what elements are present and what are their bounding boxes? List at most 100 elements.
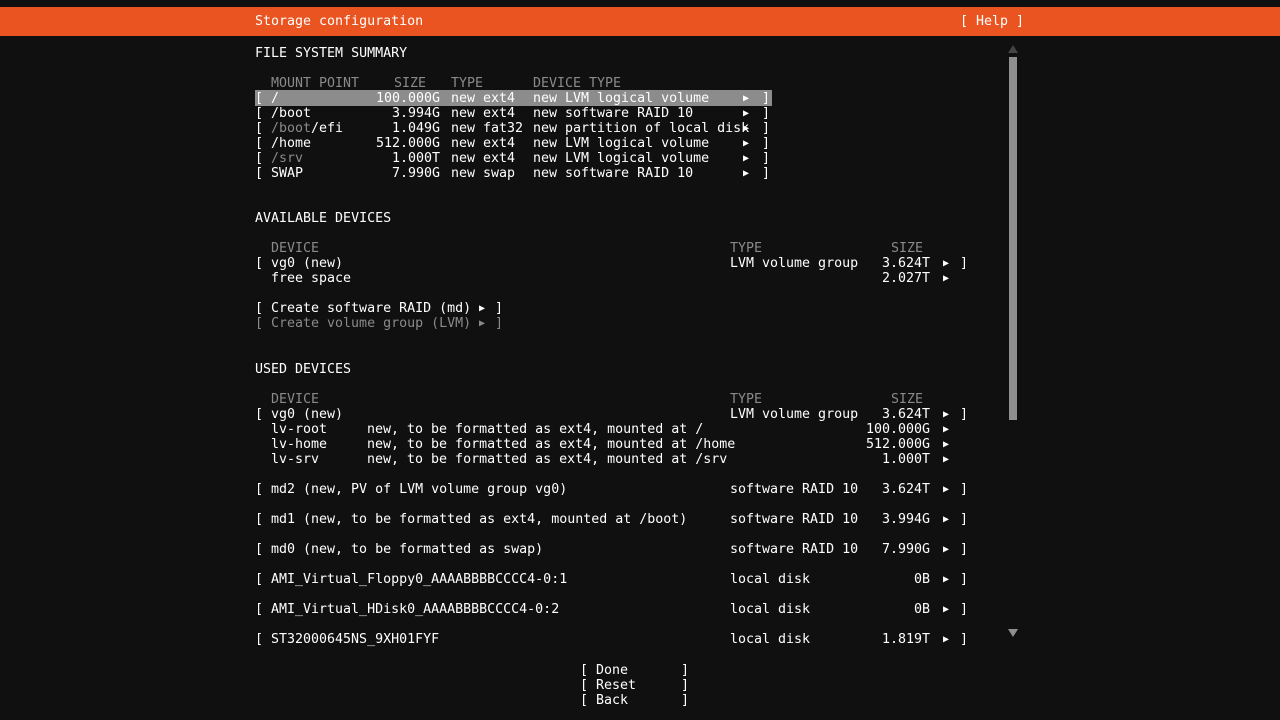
size: 7.990G [352,166,440,181]
col-header-size: SIZE [891,392,923,407]
expand-arrow-icon: ▶ [943,256,949,271]
used-row-st32000645ns[interactable]: [ ST32000645NS_9XH01FYF local disk 1.819… [0,632,1040,647]
fs-row-srv[interactable]: [ /srv 1.000T new ext4 new LVM logical v… [0,151,1040,166]
mount-point-prefix: /boot [271,121,311,136]
expand-arrow-icon: ▶ [743,151,749,166]
col-header-mount-point: MOUNT POINT [271,76,359,91]
used-row-virtual-hdisk[interactable]: [ AMI_Virtual_HDisk0_AAAABBBBCCCC4-0:2 l… [0,602,1040,617]
row-close-bracket: ] [762,91,770,106]
used-row-md2[interactable]: [ md2 (new, PV of LVM volume group vg0) … [0,482,1040,497]
size: 1.049G [352,121,440,136]
volume-name: lv-home [271,437,327,452]
used-row-lv-root[interactable]: lv-root new, to be formatted as ext4, mo… [0,422,1040,437]
row-close-bracket: ] [960,632,968,647]
device-name: AMI_Virtual_Floppy0_AAAABBBBCCCC4-0:1 [271,572,567,587]
device-name: vg0 (new) [271,256,343,271]
scrollbar-thumb[interactable] [1009,57,1017,420]
fs-table-header: MOUNT POINT SIZE TYPE DEVICE TYPE [0,76,1040,91]
available-row-vg0[interactable]: [ vg0 (new) LVM volume group 3.624T ▶ ] [0,256,1040,271]
row-close-bracket: ] [762,166,770,181]
row-close-bracket: ] [960,602,968,617]
expand-arrow-icon: ▶ [743,106,749,121]
device-name: md0 (new, to be formatted as swap) [271,542,543,557]
size: 3.624T [850,482,930,497]
fs-row-home[interactable]: [ /home 512.000G new ext4 new LVM logica… [0,136,1040,151]
row-close-bracket: ] [960,572,968,587]
used-row-lv-home[interactable]: lv-home new, to be formatted as ext4, mo… [0,437,1040,452]
fs-row-boot-efi[interactable]: [ /boot /efi 1.049G new fat32 new partit… [0,121,1040,136]
fs-row-root[interactable]: [ / 100.000G new ext4 new LVM logical vo… [0,91,1040,106]
button-open-bracket: [ [580,663,588,678]
row-open-bracket: [ [255,482,263,497]
row-close-bracket: ] [960,512,968,527]
create-volume-group-button-disabled: [ Create volume group (LVM) ▶ ] [0,316,1040,331]
available-row-free-space[interactable]: free space 2.027T ▶ [0,271,1040,286]
done-button[interactable]: [ Done ] [0,663,1040,678]
row-close-bracket: ] [495,316,503,331]
fs-type: new ext4 [451,151,515,166]
scrollbar-up-arrow-icon[interactable] [1008,45,1018,53]
size: 1.000T [850,452,930,467]
expand-arrow-icon: ▶ [743,136,749,151]
row-open-bracket: [ [255,121,263,136]
used-row-md0[interactable]: [ md0 (new, to be formatted as swap) sof… [0,542,1040,557]
expand-arrow-icon: ▶ [479,301,485,316]
button-close-bracket: ] [681,693,689,708]
row-open-bracket: [ [255,301,263,316]
volume-description: new, to be formatted as ext4, mounted at… [367,452,727,467]
size: 7.990G [850,542,930,557]
row-close-bracket: ] [960,407,968,422]
device-type: software RAID 10 [730,482,858,497]
used-row-lv-srv[interactable]: lv-srv new, to be formatted as ext4, mou… [0,452,1040,467]
create-software-raid-button[interactable]: [ Create software RAID (md) ▶ ] [0,301,1040,316]
fs-row-swap[interactable]: [ SWAP 7.990G new swap new software RAID… [0,166,1040,181]
fs-row-boot[interactable]: [ /boot 3.994G new ext4 new software RAI… [0,106,1040,121]
fs-type: new ext4 [451,91,515,106]
help-button[interactable]: [ Help ] [960,7,1024,36]
device-name: md2 (new, PV of LVM volume group vg0) [271,482,567,497]
row-open-bracket: [ [255,106,263,121]
row-close-bracket: ] [495,301,503,316]
expand-arrow-icon: ▶ [943,632,949,647]
used-row-vg0[interactable]: [ vg0 (new) LVM volume group 3.624T ▶ ] [0,407,1040,422]
col-header-device: DEVICE [271,241,319,256]
mount-point: /home [271,136,311,151]
scrollbar-down-arrow-icon[interactable] [1008,629,1018,637]
size: 512.000G [352,136,440,151]
button-close-bracket: ] [681,663,689,678]
expand-arrow-icon: ▶ [943,271,949,286]
row-open-bracket: [ [255,512,263,527]
used-table-header: DEVICE TYPE SIZE [0,392,1040,407]
used-row-md1[interactable]: [ md1 (new, to be formatted as ext4, mou… [0,512,1040,527]
size: 100.000G [850,422,930,437]
fs-type: new fat32 [451,121,523,136]
col-header-type: TYPE [730,392,762,407]
device-type: new partition of local disk [533,121,749,136]
used-row-virtual-floppy[interactable]: [ AMI_Virtual_Floppy0_AAAABBBBCCCC4-0:1 … [0,572,1040,587]
expand-arrow-icon: ▶ [943,572,949,587]
device-type: new software RAID 10 [533,106,693,121]
back-button[interactable]: [ Back ] [0,693,1040,708]
title-bar: Storage configuration [ Help ] [0,7,1280,36]
available-table-header: DEVICE TYPE SIZE [0,241,1040,256]
device-type: software RAID 10 [730,512,858,527]
device-name: free space [271,271,351,286]
mount-point: /efi [311,121,343,136]
device-type: local disk [730,632,810,647]
expand-arrow-icon: ▶ [743,166,749,181]
expand-arrow-icon: ▶ [943,422,949,437]
size: 3.624T [850,407,930,422]
size: 3.994G [850,512,930,527]
reset-button[interactable]: [ Reset ] [0,678,1040,693]
mount-point: SWAP [271,166,303,181]
button-label: Back [596,693,628,708]
row-open-bracket: [ [255,151,263,166]
row-open-bracket: [ [255,407,263,422]
expand-arrow-icon: ▶ [943,407,949,422]
device-name: md1 (new, to be formatted as ext4, mount… [271,512,687,527]
row-open-bracket: [ [255,166,263,181]
device-type: LVM volume group [730,407,858,422]
col-header-size: SIZE [891,241,923,256]
size: 2.027T [850,271,930,286]
row-open-bracket: [ [255,632,263,647]
